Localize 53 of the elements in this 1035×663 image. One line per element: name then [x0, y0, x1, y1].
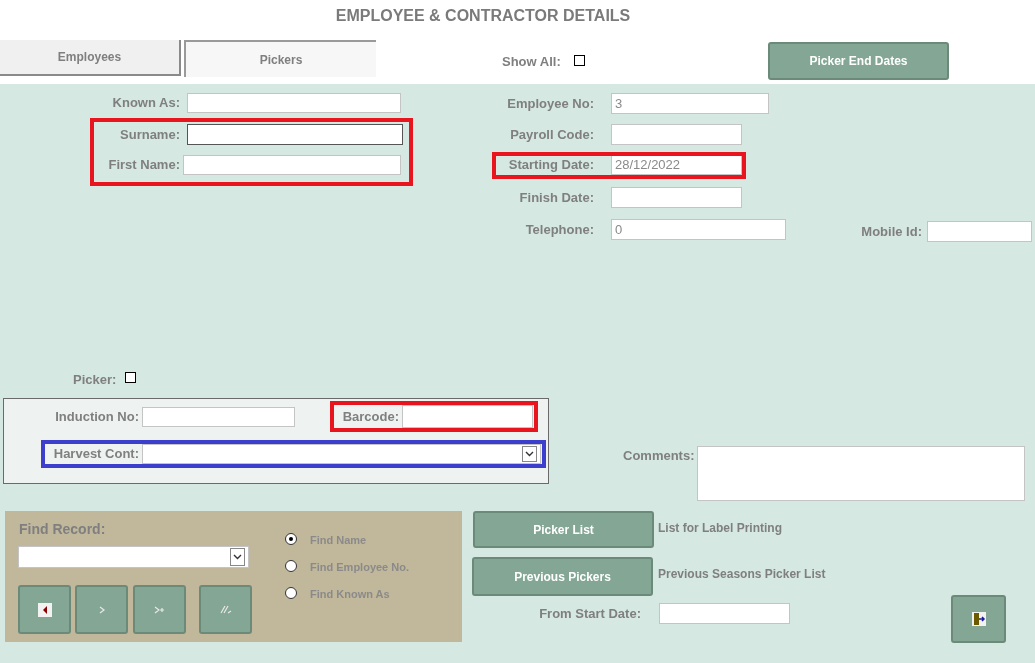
- new-record-icon: [153, 605, 166, 614]
- input-field[interactable]: [659, 603, 790, 624]
- field-label: Known As:: [111, 94, 180, 113]
- field-label: Starting Date:: [507, 156, 594, 175]
- field-label: Harvest Cont:: [52, 445, 139, 464]
- previous-record-icon: [37, 602, 52, 617]
- tab[interactable]: Pickers: [184, 40, 376, 77]
- field-label: Picker:: [73, 371, 118, 386]
- input-field[interactable]: [142, 407, 295, 427]
- checkbox[interactable]: [574, 55, 585, 66]
- field-label: First Name:: [107, 156, 180, 175]
- field-label: Finish Date:: [518, 188, 594, 207]
- comments-field[interactable]: [697, 446, 1025, 501]
- input-field[interactable]: [611, 124, 742, 145]
- nav-button[interactable]: [133, 585, 186, 634]
- dropdown[interactable]: [18, 546, 249, 568]
- input-field[interactable]: [183, 155, 401, 175]
- field-label: Comments:: [623, 447, 695, 462]
- field-label: Find Record:: [19, 520, 107, 537]
- input-field[interactable]: 3: [611, 93, 769, 114]
- input-field[interactable]: 28/12/2022: [611, 155, 742, 175]
- delete-record-icon: [219, 605, 232, 614]
- field-label: Show All:: [502, 53, 562, 68]
- dropdown[interactable]: [142, 444, 541, 464]
- next-record-icon: [97, 605, 106, 614]
- input-field[interactable]: [927, 221, 1032, 242]
- input-field[interactable]: [402, 405, 533, 428]
- chevron-down-icon: [522, 446, 537, 462]
- input-field[interactable]: [187, 124, 403, 145]
- field-label: Barcode:: [341, 407, 399, 426]
- input-field[interactable]: [187, 93, 401, 113]
- exit-button[interactable]: [951, 595, 1006, 643]
- action-button[interactable]: Previous Pickers: [472, 557, 653, 596]
- field-label: Induction No:: [54, 408, 139, 427]
- tab[interactable]: Employees: [0, 40, 181, 76]
- input-field[interactable]: 0: [611, 219, 786, 240]
- field-label: From Start Date:: [538, 604, 641, 623]
- picker-end-dates-button[interactable]: Picker End Dates: [768, 42, 949, 80]
- button-note: Previous Seasons Picker List: [658, 566, 827, 581]
- field-label: Payroll Code:: [509, 125, 594, 144]
- chevron-down-icon: [230, 548, 245, 566]
- field-label: Telephone:: [524, 220, 594, 239]
- field-label: Mobile Id:: [860, 222, 922, 241]
- nav-button[interactable]: [18, 585, 71, 634]
- nav-button[interactable]: [75, 585, 128, 634]
- checkbox[interactable]: [125, 372, 136, 383]
- button-note: List for Label Printing: [658, 520, 783, 535]
- action-button[interactable]: Picker List: [473, 511, 654, 548]
- input-field[interactable]: [611, 187, 742, 208]
- field-label: Surname:: [119, 125, 180, 144]
- field-label: Employee No:: [506, 94, 594, 113]
- nav-button[interactable]: [199, 585, 252, 634]
- form-title: EMPLOYEE & CONTRACTOR DETAILS: [334, 6, 632, 24]
